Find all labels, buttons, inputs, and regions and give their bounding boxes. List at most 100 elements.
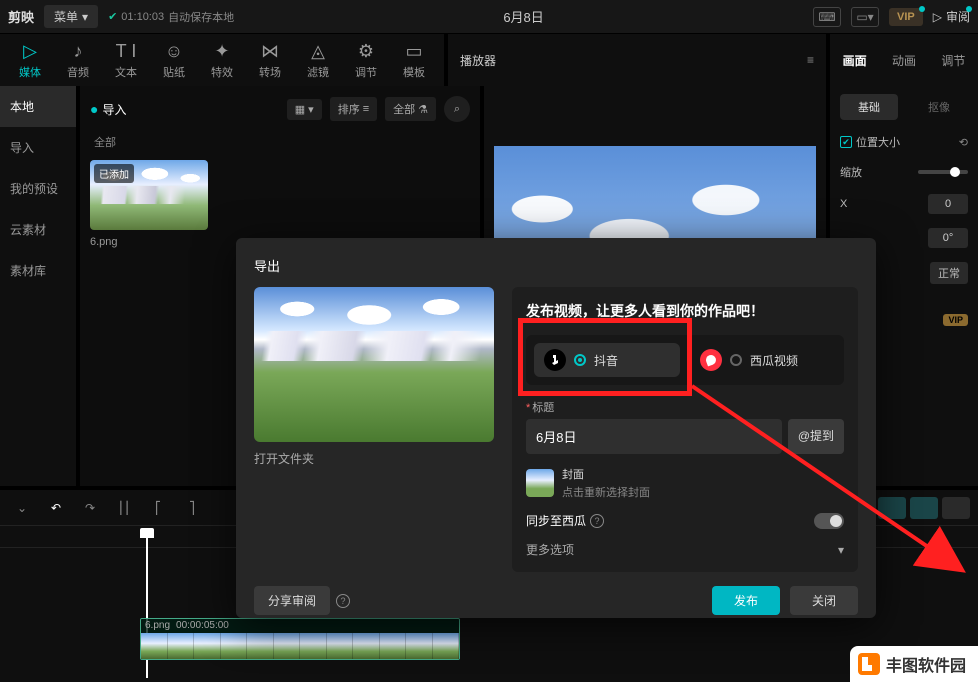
- tool-tab-media[interactable]: ▷媒体: [6, 34, 54, 86]
- sort-button[interactable]: 排序 ≡: [330, 97, 377, 121]
- rotation-input[interactable]: 0°: [928, 228, 968, 248]
- menu-label: 菜单: [54, 8, 78, 25]
- vip-badge[interactable]: VIP: [889, 8, 923, 26]
- mention-button[interactable]: @提到: [788, 419, 844, 454]
- clip-name: 6.png: [145, 620, 170, 632]
- open-folder-link[interactable]: 打开文件夹: [254, 450, 494, 467]
- properties-subtabs: 基础 抠像: [840, 94, 968, 120]
- sync-toggle[interactable]: [814, 513, 844, 529]
- export-preview[interactable]: [254, 287, 494, 442]
- tool-tab-filter[interactable]: ◬滤镜: [294, 34, 342, 86]
- publish-button[interactable]: 发布: [712, 586, 780, 615]
- keyboard-icon[interactable]: ⌨: [813, 7, 841, 27]
- title-row: 6月8日 @提到: [526, 419, 844, 454]
- tool-tab-effect[interactable]: ✦特效: [198, 34, 246, 86]
- right-panel-tabs: 画面 动画 调节: [830, 34, 978, 86]
- sidebar-item-local[interactable]: 本地: [0, 86, 76, 127]
- plus-icon: ●: [90, 101, 98, 117]
- x-input[interactable]: 0: [928, 194, 968, 214]
- split-button[interactable]: ⎮⎮: [110, 494, 138, 522]
- scale-slider[interactable]: [918, 170, 968, 174]
- search-button[interactable]: ⌕: [444, 96, 470, 122]
- browser-actions: ▦ ▾ 排序 ≡ 全部 ⚗ ⌕: [287, 96, 470, 122]
- checkbox-icon[interactable]: ✔: [840, 136, 852, 148]
- timeline-clip[interactable]: 6.png 00:00:05:00: [140, 618, 460, 660]
- redo-button[interactable]: ↷: [76, 494, 104, 522]
- help-icon[interactable]: ?: [336, 594, 350, 608]
- cover-hint: 点击重新选择封面: [562, 484, 650, 500]
- cover-row[interactable]: 封面 点击重新选择封面: [526, 466, 844, 500]
- more-options-row[interactable]: 更多选项 ▾: [526, 541, 844, 558]
- transition-icon: ⋈: [261, 41, 279, 62]
- x-label: X: [840, 198, 847, 210]
- radio-off-icon: [730, 354, 742, 366]
- dialog-title: 导出: [254, 256, 858, 275]
- autosave-time: 01:10:03: [121, 11, 164, 23]
- chevron-down-icon: ▾: [838, 543, 844, 557]
- tab-animation[interactable]: 动画: [892, 52, 916, 69]
- xigua-icon: [700, 349, 722, 371]
- search-icon: ⌕: [454, 103, 460, 116]
- tool-tab-adjust[interactable]: ⚙调节: [342, 34, 390, 86]
- playhead[interactable]: [140, 528, 154, 538]
- audio-icon: ♪: [74, 41, 83, 62]
- tool-tab-audio[interactable]: ♪音频: [54, 34, 102, 86]
- adjust-icon: ⚙: [358, 41, 374, 62]
- player-label: 播放器: [460, 52, 496, 69]
- tab-visual[interactable]: 画面: [843, 52, 867, 69]
- sync-label: 同步至西瓜: [526, 512, 586, 529]
- x-row: X 0: [840, 194, 968, 214]
- sidebar-item-presets[interactable]: 我的预设: [0, 168, 76, 209]
- import-button[interactable]: ● 导入: [90, 101, 126, 118]
- template-icon: ▭: [405, 41, 422, 62]
- reset-icon[interactable]: ⟲: [959, 136, 968, 149]
- tab-adjust[interactable]: 调节: [941, 52, 965, 69]
- tool-tab-text[interactable]: T I文本: [102, 34, 150, 86]
- watermark-logo-icon: [858, 653, 880, 675]
- radio-on-icon: [574, 354, 586, 366]
- menu-button[interactable]: 菜单 ▾: [44, 5, 98, 28]
- help-icon[interactable]: ?: [590, 514, 604, 528]
- subtab-matting[interactable]: 抠像: [910, 94, 968, 120]
- topbar-left: 剪映 菜单 ▾ ✔ 01:10:03 自动保存本地: [8, 5, 234, 28]
- left-sidebar: 本地 导入 我的预设 云素材 素材库: [0, 86, 76, 486]
- effect-icon: ✦: [214, 41, 229, 62]
- close-button[interactable]: 关闭: [790, 586, 858, 615]
- platform-xigua[interactable]: 西瓜视频: [690, 343, 836, 377]
- trim-left-button[interactable]: ⎡: [144, 494, 172, 522]
- footer-right: 发布 关闭: [712, 586, 858, 615]
- sidebar-item-import[interactable]: 导入: [0, 127, 76, 168]
- tl-tool-2[interactable]: [878, 497, 906, 519]
- tool-tab-sticker[interactable]: ☺贴纸: [150, 34, 198, 86]
- view-mode-button[interactable]: ▦ ▾: [287, 99, 322, 120]
- project-title[interactable]: 6月8日: [234, 7, 813, 26]
- review-button[interactable]: ▷ 审阅: [933, 8, 970, 25]
- cover-texts: 封面 点击重新选择封面: [562, 466, 650, 500]
- clip-duration: 00:00:05:00: [176, 620, 229, 632]
- sidebar-item-library[interactable]: 素材库: [0, 250, 76, 291]
- platform-douyin[interactable]: 抖音: [534, 343, 680, 377]
- media-thumb[interactable]: 已添加 6.png: [90, 160, 208, 248]
- thumb-name: 6.png: [90, 236, 208, 248]
- undo-button[interactable]: ↶: [42, 494, 70, 522]
- tool-tab-template[interactable]: ▭模板: [390, 34, 438, 86]
- filter-all-button[interactable]: 全部 ⚗: [385, 97, 436, 121]
- tl-tool-3[interactable]: [910, 497, 938, 519]
- collapse-icon[interactable]: ⌄: [8, 494, 36, 522]
- hamburger-icon[interactable]: ≡: [807, 53, 814, 67]
- tl-tool-4[interactable]: [942, 497, 970, 519]
- sidebar-item-cloud[interactable]: 云素材: [0, 209, 76, 250]
- subtab-basic[interactable]: 基础: [840, 94, 898, 120]
- sync-row: 同步至西瓜 ?: [526, 512, 844, 529]
- autosave-status: ✔ 01:10:03 自动保存本地: [108, 9, 234, 25]
- title-input[interactable]: 6月8日: [526, 419, 782, 454]
- title-field-label: 标题: [526, 399, 844, 415]
- filter-icon: ◬: [311, 41, 325, 62]
- check-icon: ✔: [108, 10, 117, 23]
- trim-right-button[interactable]: ⎤: [178, 494, 206, 522]
- blend-select[interactable]: 正常: [930, 262, 968, 284]
- share-review-button[interactable]: 分享审阅: [254, 586, 330, 615]
- vip-small-badge: VIP: [943, 314, 968, 326]
- layout-icon[interactable]: ▭▾: [851, 7, 879, 27]
- tool-tab-transition[interactable]: ⋈转场: [246, 34, 294, 86]
